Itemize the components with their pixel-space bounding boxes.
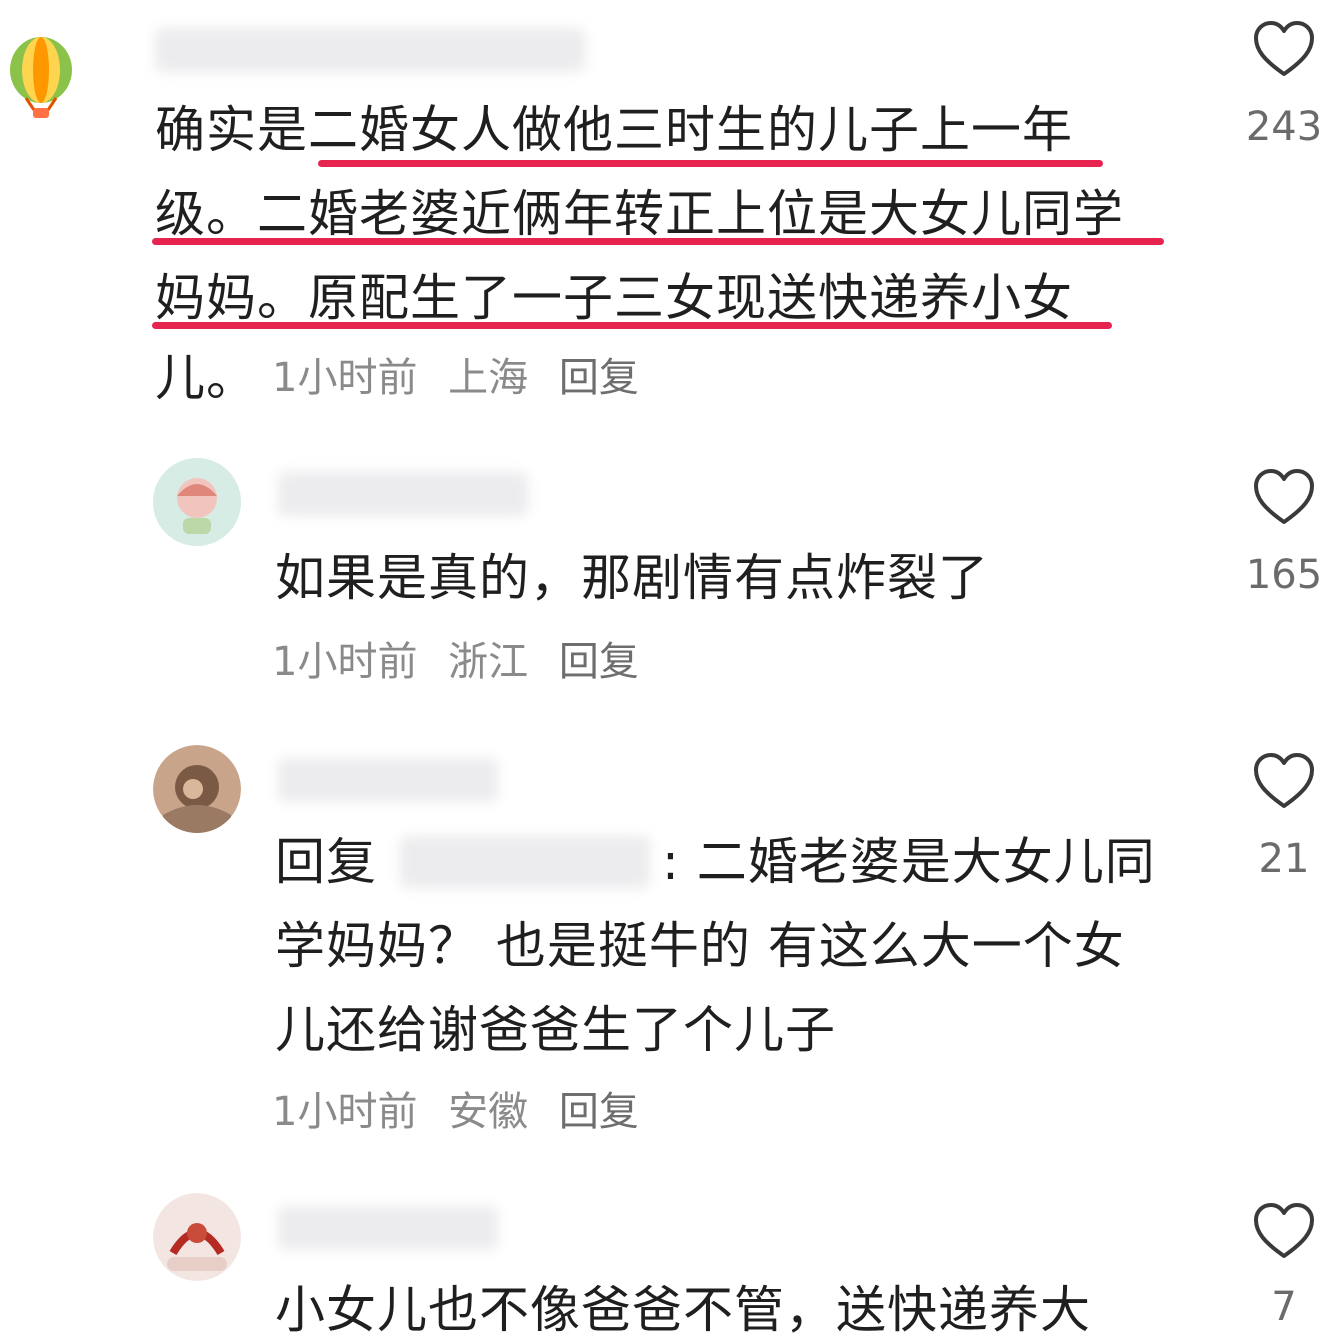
- username-blurred[interactable]: [278, 1206, 498, 1250]
- location: 浙江: [448, 639, 529, 685]
- like-count: 243: [1245, 104, 1323, 150]
- comment-meta: 1小时前 上海 回复: [272, 348, 657, 408]
- heart-icon: [1254, 753, 1314, 808]
- avatar[interactable]: [153, 1193, 241, 1281]
- comment-line: 小女儿也不像爸爸不管，送快递养大: [275, 1281, 1091, 1339]
- comment-line: 儿。: [155, 349, 257, 407]
- comment-line: 如果是真的，那剧情有点炸裂了: [275, 549, 989, 607]
- username-blurred[interactable]: [278, 758, 498, 802]
- location: 安徽: [448, 1089, 529, 1135]
- highlight-underline: [152, 322, 1112, 329]
- comment-meta: 1小时前 安徽 回复: [272, 1082, 657, 1142]
- like-button[interactable]: [1252, 20, 1316, 80]
- reply-prefix: 回复: [275, 833, 377, 891]
- avatar-image-icon: [153, 1193, 241, 1281]
- heart-icon: [1254, 469, 1314, 524]
- avatar-balloon[interactable]: [6, 34, 76, 120]
- timestamp: 1小时前: [272, 355, 418, 401]
- highlight-underline: [152, 238, 1164, 245]
- avatar[interactable]: [153, 745, 241, 833]
- username-blurred[interactable]: [155, 28, 585, 72]
- like-count: 165: [1245, 552, 1323, 598]
- comment-line: : 二婚老婆是大女儿同: [662, 833, 1156, 891]
- heart-icon: [1254, 21, 1314, 76]
- reply-target-blurred[interactable]: [400, 836, 650, 888]
- like-button[interactable]: [1252, 1202, 1316, 1262]
- comment-line: 儿还给谢爸爸生了个儿子: [275, 1001, 836, 1059]
- username-blurred[interactable]: [278, 472, 528, 516]
- timestamp: 1小时前: [272, 639, 418, 685]
- comment-meta: 1小时前 浙江 回复: [272, 632, 657, 692]
- like-count: 21: [1258, 836, 1310, 882]
- avatar[interactable]: [153, 458, 241, 546]
- reply-button[interactable]: 回复: [559, 355, 639, 401]
- like-button[interactable]: [1252, 468, 1316, 528]
- timestamp: 1小时前: [272, 1089, 418, 1135]
- highlight-underline: [318, 160, 1103, 167]
- hot-air-balloon-icon: [10, 37, 72, 118]
- avatar-image-icon: [153, 458, 241, 546]
- location: 上海: [448, 355, 529, 401]
- reply-button[interactable]: 回复: [559, 1089, 639, 1135]
- like-button[interactable]: [1252, 752, 1316, 812]
- heart-icon: [1254, 1203, 1314, 1258]
- reply-button[interactable]: 回复: [559, 639, 639, 685]
- comment-line: 学妈妈？ 也是挺牛的 有这么大一个女: [275, 917, 1125, 975]
- avatar-image-icon: [153, 745, 241, 833]
- like-count: 7: [1271, 1284, 1297, 1330]
